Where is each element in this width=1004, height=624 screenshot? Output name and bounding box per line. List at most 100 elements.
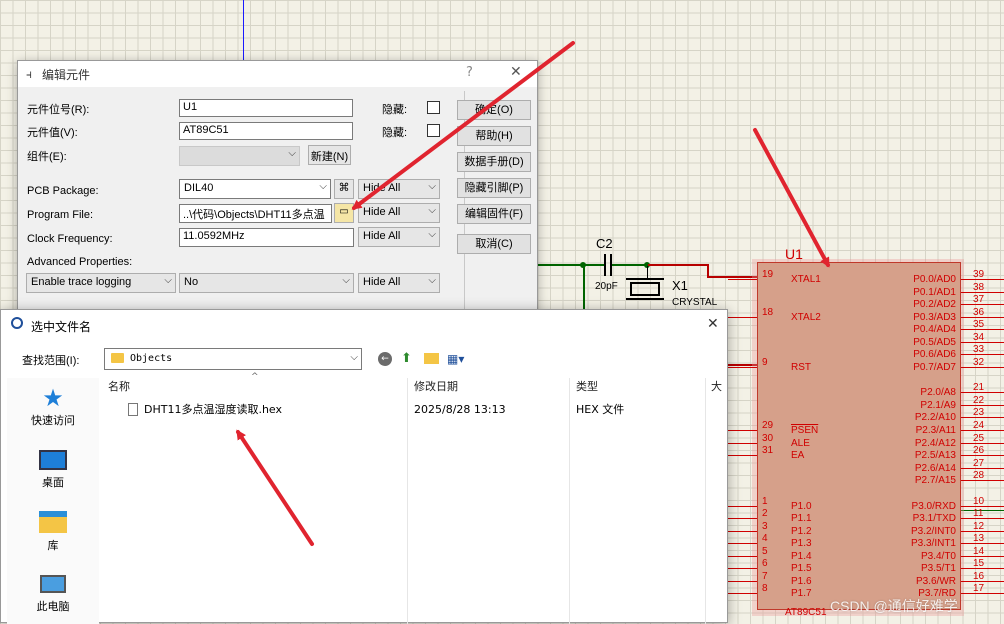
column-header-type[interactable]: 类型 bbox=[576, 376, 598, 398]
capacitor-c2-ref: C2 bbox=[596, 236, 613, 251]
package-browse-button[interactable]: ⌘ bbox=[334, 179, 354, 199]
help-button[interactable]: 帮助(H) bbox=[457, 126, 531, 146]
select-file-dialog[interactable]: 选中文件名 ✕ 查找范围(I): Objects ⌵ ← ⬆ ▦▾ ★ 快速访问… bbox=[0, 309, 728, 624]
pin-number: 37 bbox=[973, 294, 985, 305]
chevron-down-icon: ⌵ bbox=[342, 275, 350, 286]
edit-firmware-button[interactable]: 编辑固件(F) bbox=[457, 204, 531, 224]
file-name[interactable]: DHT11多点温湿度读取.hex bbox=[144, 400, 282, 420]
column-header-size[interactable]: 大 bbox=[711, 376, 722, 398]
pin-number: 12 bbox=[973, 521, 985, 532]
pin-label: P2.7/A15 bbox=[914, 475, 956, 486]
new-folder-icon[interactable] bbox=[424, 353, 439, 364]
pin-line bbox=[728, 543, 757, 544]
close-icon[interactable]: ✕ bbox=[510, 64, 522, 80]
file-date: 2025/8/28 13:13 bbox=[414, 403, 506, 416]
pin-label: P0.7/AD7 bbox=[913, 362, 956, 373]
pin-label: P3.1/TXD bbox=[912, 513, 956, 524]
advanced-value-select[interactable]: No ⌵ bbox=[179, 273, 354, 293]
pin-line bbox=[728, 317, 757, 318]
hide-program-select[interactable]: Hide All ⌵ bbox=[358, 203, 440, 223]
view-menu-icon[interactable]: ▦▾ bbox=[447, 352, 464, 366]
clock-frequency-input[interactable]: 11.0592MHz bbox=[179, 228, 354, 247]
pin-number: 8 bbox=[762, 583, 768, 594]
crystal-body bbox=[630, 282, 660, 296]
pin-number: 11 bbox=[973, 508, 984, 519]
pin-number: 26 bbox=[973, 445, 985, 456]
column-divider[interactable] bbox=[569, 378, 570, 624]
place-quick-access[interactable]: ★ 快速访问 bbox=[7, 384, 99, 428]
hide-advanced-select[interactable]: Hide All ⌵ bbox=[358, 273, 440, 293]
pin-label: P3.4/T0 bbox=[920, 551, 956, 562]
crystal-x1-type: CRYSTAL bbox=[672, 297, 718, 308]
pin-number: 30 bbox=[762, 433, 774, 444]
cancel-button[interactable]: 取消(C) bbox=[457, 234, 531, 254]
sort-arrow-icon: ^ bbox=[251, 372, 259, 382]
hide-ref-checkbox[interactable] bbox=[427, 101, 440, 114]
pin-line bbox=[728, 455, 757, 456]
computer-icon bbox=[40, 575, 66, 593]
help-icon[interactable]: ? bbox=[466, 65, 473, 80]
library-icon bbox=[39, 511, 67, 533]
pin-number: 2 bbox=[762, 508, 768, 519]
pin-label: P1.7 bbox=[791, 588, 812, 599]
desktop-icon bbox=[39, 450, 67, 470]
place-this-pc[interactable]: 此电脑 bbox=[7, 570, 99, 614]
chip-part-label: AT89C51 bbox=[785, 607, 827, 618]
pin-label: EA bbox=[791, 450, 805, 461]
group-select[interactable]: ⌵ bbox=[179, 146, 300, 166]
pin-label: P2.1/A9 bbox=[920, 400, 956, 411]
pin-label: P1.3 bbox=[791, 538, 812, 549]
dialog-titlebar[interactable]: ⫞ 编辑元件 ? ✕ bbox=[18, 61, 537, 87]
file-icon bbox=[128, 403, 138, 416]
new-button[interactable]: 新建(N) bbox=[308, 145, 351, 165]
chevron-down-icon: ⌵ bbox=[428, 275, 436, 286]
column-divider[interactable] bbox=[407, 378, 408, 624]
hide-pcb-select[interactable]: Hide All ⌵ bbox=[358, 179, 440, 199]
lookin-select[interactable]: Objects ⌵ bbox=[104, 348, 362, 370]
hide-value-checkbox[interactable] bbox=[427, 124, 440, 137]
ok-button[interactable]: 确定(O) bbox=[457, 100, 531, 120]
column-header-name[interactable]: 名称 bbox=[108, 376, 130, 398]
component-icon: ⫞ bbox=[26, 67, 33, 81]
pin-number: 16 bbox=[973, 571, 985, 582]
file-type: HEX 文件 bbox=[576, 403, 625, 416]
pcb-package-select[interactable]: DIL40 ⌵ bbox=[179, 179, 331, 199]
edit-component-dialog[interactable]: ⫞ 编辑元件 ? ✕ 元件位号(R): U1 隐藏: 元件值(V): AT89C… bbox=[17, 60, 538, 318]
place-desktop[interactable]: 桌面 bbox=[7, 446, 99, 490]
capacitor-wire-right bbox=[612, 264, 648, 266]
up-folder-icon[interactable]: ⬆ bbox=[401, 351, 412, 366]
file-dialog-title: 选中文件名 bbox=[31, 320, 92, 334]
program-file-browse-button[interactable]: ▭ bbox=[334, 203, 354, 223]
pin-number: 23 bbox=[973, 407, 985, 418]
pin-label: P0.2/AD2 bbox=[913, 299, 956, 310]
crystal-wire bbox=[648, 264, 708, 266]
pin-number: 3 bbox=[762, 521, 768, 532]
pin-number: 29 bbox=[762, 420, 774, 431]
pin-number: 5 bbox=[762, 546, 768, 557]
close-icon[interactable]: ✕ bbox=[707, 316, 719, 332]
advanced-properties-label: Advanced Properties: bbox=[27, 256, 133, 268]
hidden-label-value: 隐藏: bbox=[382, 127, 408, 139]
place-library[interactable]: 库 bbox=[7, 508, 99, 553]
lookin-label: 查找范围(I): bbox=[22, 355, 80, 367]
group-label: 组件(E): bbox=[27, 151, 67, 163]
pin-label: P0.3/AD3 bbox=[913, 312, 956, 323]
pin-line bbox=[728, 531, 757, 532]
column-header-date[interactable]: 修改日期 bbox=[414, 376, 458, 398]
hide-clock-select[interactable]: Hide All ⌵ bbox=[358, 227, 440, 247]
back-icon[interactable]: ← bbox=[378, 352, 392, 366]
pin-line bbox=[728, 568, 757, 569]
pin-line bbox=[728, 443, 757, 444]
program-file-input[interactable]: ..\代码\Objects\DHT11多点温 bbox=[179, 204, 332, 223]
pin-label: P3.2/INT0 bbox=[910, 526, 956, 537]
pin-label: P0.4/AD4 bbox=[913, 324, 956, 335]
value-input[interactable]: AT89C51 bbox=[179, 122, 353, 140]
file-dialog-titlebar[interactable]: 选中文件名 ✕ bbox=[1, 310, 727, 340]
advanced-property-select[interactable]: Enable trace logging ⌵ bbox=[26, 273, 176, 293]
ref-input[interactable]: U1 bbox=[179, 99, 353, 117]
pin-line bbox=[728, 279, 757, 280]
datasheet-button[interactable]: 数据手册(D) bbox=[457, 152, 531, 172]
hidden-pins-button[interactable]: 隐藏引脚(P) bbox=[457, 178, 531, 198]
pin-label: P1.5 bbox=[791, 563, 812, 574]
column-divider[interactable] bbox=[705, 378, 706, 624]
